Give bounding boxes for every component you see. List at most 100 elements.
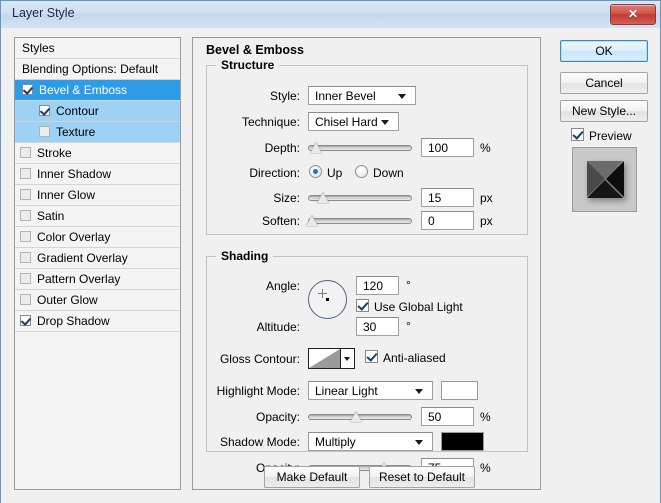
close-button[interactable]: ✕ (610, 4, 656, 25)
gloss-contour-label: Gloss Contour: (219, 352, 300, 366)
size-input[interactable]: 15 (421, 188, 474, 207)
size-value: 15 (428, 191, 442, 205)
blending-options-label: Blending Options: Default (22, 62, 159, 76)
checkbox-satin[interactable] (20, 210, 31, 222)
checkbox-drop-shadow[interactable] (20, 315, 31, 327)
anti-aliased-checkbox[interactable] (365, 350, 378, 363)
cancel-button[interactable]: Cancel (560, 72, 648, 94)
soften-slider-track (308, 218, 412, 224)
angle-dial[interactable] (308, 280, 347, 319)
soften-unit: px (480, 214, 493, 228)
size-slider[interactable] (308, 191, 412, 205)
sidebar-label-drop-shadow: Drop Shadow (37, 314, 110, 328)
highlight-opacity-thumb[interactable] (350, 411, 362, 422)
chevron-down-icon (398, 94, 406, 99)
sidebar-item-drop-shadow[interactable]: Drop Shadow (15, 311, 180, 332)
angle-input[interactable]: 120 (356, 276, 399, 295)
sidebar-label-color-overlay: Color Overlay (37, 230, 111, 244)
shadow-color-swatch[interactable] (441, 432, 484, 451)
style-label: Style: (269, 89, 300, 103)
use-global-light-checkbox[interactable] (356, 299, 369, 312)
checkbox-inner-shadow[interactable] (20, 168, 31, 180)
highlight-opacity-input[interactable]: 50 (421, 407, 474, 426)
sidebar-label-outer-glow: Outer Glow (37, 293, 98, 307)
close-icon: ✕ (627, 7, 639, 21)
direction-label: Direction: (249, 166, 300, 180)
technique-select[interactable]: Chisel Hard (308, 112, 399, 131)
soften-value: 0 (428, 214, 435, 228)
sidebar-label-inner-glow: Inner Glow (37, 188, 96, 202)
checkbox-color-overlay[interactable] (20, 231, 31, 243)
title-bar: Layer Style ✕ (1, 1, 660, 29)
checkbox-stroke[interactable] (20, 147, 31, 159)
structure-legend: Structure (216, 58, 280, 72)
sidebar-label-stroke: Stroke (37, 146, 72, 160)
make-default-button[interactable]: Make Default (264, 466, 360, 488)
highlight-opacity-value: 50 (428, 410, 442, 424)
sidebar-item-pattern-overlay[interactable]: Pattern Overlay (15, 269, 180, 290)
direction-up-label: Up (327, 166, 343, 180)
checkbox-texture[interactable] (39, 126, 50, 138)
sidebar-item-inner-glow[interactable]: Inner Glow (15, 185, 180, 206)
size-slider-thumb[interactable] (317, 192, 329, 203)
angle-dial-center (326, 298, 329, 301)
size-unit: px (480, 191, 493, 205)
sidebar-item-texture[interactable]: Texture (15, 122, 180, 143)
shadow-mode-select[interactable]: Multiply (308, 432, 433, 451)
preview-label: Preview (589, 129, 632, 143)
checkbox-inner-glow[interactable] (20, 189, 31, 201)
checkbox-gradient-overlay[interactable] (20, 252, 31, 264)
preview-bevel-right (606, 161, 624, 197)
depth-unit: % (480, 141, 491, 155)
shadow-mode-value: Multiply (315, 435, 356, 449)
sidebar-item-color-overlay[interactable]: Color Overlay (15, 227, 180, 248)
direction-down-radio[interactable] (355, 165, 368, 178)
sidebar-item-satin[interactable]: Satin (15, 206, 180, 227)
sidebar-item-gradient-overlay[interactable]: Gradient Overlay (15, 248, 180, 269)
checkbox-bevel-emboss[interactable] (22, 84, 33, 96)
highlight-color-swatch[interactable] (441, 381, 478, 400)
sidebar-item-inner-shadow[interactable]: Inner Shadow (15, 164, 180, 185)
highlight-mode-select[interactable]: Linear Light (308, 381, 433, 400)
sidebar-item-stroke[interactable]: Stroke (15, 143, 180, 164)
blending-options-row[interactable]: Blending Options: Default (15, 59, 180, 80)
preview-checkbox[interactable] (571, 128, 584, 141)
soften-slider-thumb[interactable] (306, 215, 318, 226)
sidebar-item-bevel-emboss[interactable]: Bevel & Emboss (15, 80, 180, 101)
depth-slider-thumb[interactable] (310, 142, 322, 153)
style-select[interactable]: Inner Bevel (308, 86, 416, 105)
reset-to-default-button[interactable]: Reset to Default (369, 466, 475, 488)
chevron-down-icon (415, 389, 423, 394)
new-style-button[interactable]: New Style... (560, 100, 648, 122)
gloss-contour-dropdown[interactable] (341, 348, 355, 369)
gloss-contour-curve-icon (309, 349, 340, 368)
sidebar-label-inner-shadow: Inner Shadow (37, 167, 112, 181)
gloss-contour-swatch[interactable] (308, 348, 341, 369)
window-title: Layer Style (12, 6, 75, 20)
soften-input[interactable]: 0 (421, 211, 474, 230)
direction-up-radio[interactable] (309, 165, 322, 178)
styles-header-label: Styles (22, 41, 55, 55)
checkbox-outer-glow[interactable] (20, 294, 31, 306)
shadow-mode-label: Shadow Mode: (219, 435, 300, 449)
checkbox-pattern-overlay[interactable] (20, 273, 31, 285)
styles-list-header[interactable]: Styles (15, 38, 180, 59)
sidebar-label-texture: Texture (56, 125, 96, 139)
structure-group: Structure Style: Inner Bevel Technique: … (206, 58, 528, 235)
depth-slider[interactable] (308, 141, 412, 155)
altitude-input[interactable]: 30 (356, 317, 399, 336)
angle-value: 120 (363, 279, 384, 293)
sidebar-label-satin: Satin (37, 209, 65, 223)
depth-label: Depth: (264, 141, 300, 155)
depth-input[interactable]: 100 (421, 138, 474, 157)
highlight-mode-value: Linear Light (315, 384, 378, 398)
altitude-value: 30 (363, 320, 377, 334)
shadow-opacity-unit: % (480, 461, 491, 475)
sidebar-item-contour[interactable]: Contour (15, 101, 180, 122)
ok-button[interactable]: OK (560, 40, 648, 62)
checkbox-contour[interactable] (39, 105, 50, 117)
highlight-opacity-slider[interactable] (308, 410, 412, 424)
anti-aliased-label: Anti-aliased (383, 351, 446, 365)
soften-slider[interactable] (306, 214, 412, 228)
sidebar-item-outer-glow[interactable]: Outer Glow (15, 290, 180, 311)
